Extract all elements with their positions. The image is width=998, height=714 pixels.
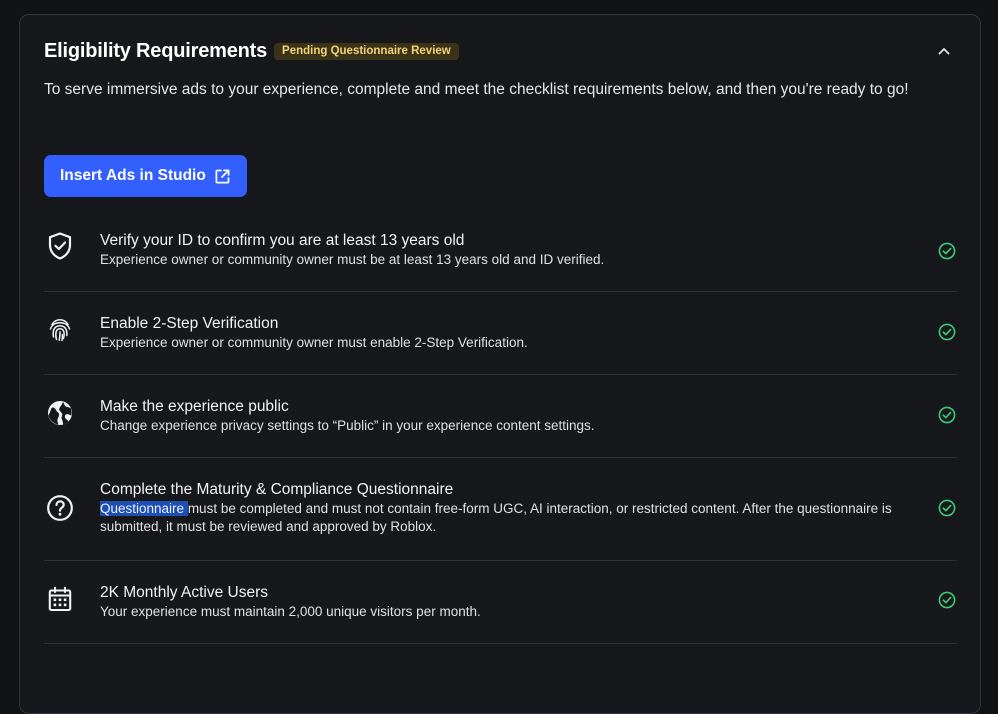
requirement-text: Enable 2-Step Verification Experience ow… <box>100 314 933 352</box>
calendar-icon <box>44 583 76 615</box>
fingerprint-icon <box>44 314 76 346</box>
eligibility-panel: Eligibility Requirements Pending Questio… <box>19 14 981 714</box>
requirement-title: 2K Monthly Active Users <box>100 584 268 601</box>
requirement-title: Complete the Maturity & Compliance Quest… <box>100 481 454 498</box>
requirement-row-verify-id: Verify your ID to confirm you are at lea… <box>44 209 957 292</box>
requirement-row-monthly-active-users: 2K Monthly Active Users Your experience … <box>44 561 957 644</box>
panel-header: Eligibility Requirements Pending Questio… <box>44 39 956 63</box>
requirement-text: Complete the Maturity & Compliance Quest… <box>100 480 935 536</box>
requirement-row-2-step-verification: Enable 2-Step Verification Experience ow… <box>44 292 957 375</box>
requirement-description: Experience owner or community owner must… <box>100 252 605 267</box>
chevron-up-icon <box>938 48 950 55</box>
description-rest: must be completed and must not contain f… <box>100 501 892 534</box>
status-badge: Pending Questionnaire Review <box>274 42 459 60</box>
requirements-list: Verify your ID to confirm you are at lea… <box>44 209 957 644</box>
requirement-description: Experience owner or community owner must… <box>100 335 528 350</box>
check-circle-icon <box>938 242 956 260</box>
requirement-title: Verify your ID to confirm you are at lea… <box>100 232 465 249</box>
requirement-title: Enable 2-Step Verification <box>100 315 279 332</box>
requirement-text: Verify your ID to confirm you are at lea… <box>100 231 933 269</box>
requirement-text: 2K Monthly Active Users Your experience … <box>100 583 933 621</box>
shield-check-icon <box>44 230 76 262</box>
insert-ads-in-studio-button[interactable]: Insert Ads in Studio <box>44 155 247 197</box>
intro-text: To serve immersive ads to your experienc… <box>44 81 909 98</box>
requirement-description: Change experience privacy settings to “P… <box>100 418 595 433</box>
globe-icon <box>44 397 76 429</box>
panel-title: Eligibility Requirements <box>44 39 268 62</box>
check-circle-icon <box>938 323 956 341</box>
question-circle-icon <box>44 492 76 524</box>
requirement-description: Questionnaire must be completed and must… <box>100 500 935 536</box>
requirement-description: Your experience must maintain 2,000 uniq… <box>100 604 481 619</box>
requirement-text: Make the experience public Change experi… <box>100 397 933 435</box>
collapse-button[interactable] <box>934 41 954 61</box>
external-link-icon <box>215 169 230 183</box>
selected-text: Questionnaire <box>100 501 188 516</box>
requirement-title: Make the experience public <box>100 398 289 415</box>
check-circle-icon <box>938 591 956 609</box>
insert-ads-label: Insert Ads in Studio <box>60 167 206 184</box>
requirement-row-make-public: Make the experience public Change experi… <box>44 375 957 458</box>
requirement-row-questionnaire: Complete the Maturity & Compliance Quest… <box>44 458 957 561</box>
check-circle-icon <box>938 499 956 517</box>
check-circle-icon <box>938 406 956 424</box>
